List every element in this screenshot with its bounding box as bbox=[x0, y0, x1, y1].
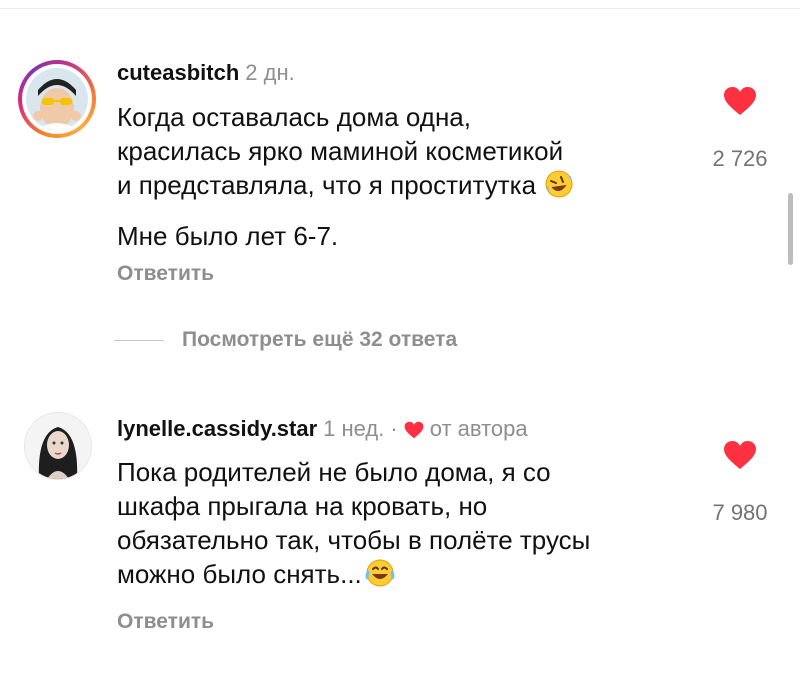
avatar-photo-icon bbox=[26, 68, 88, 130]
like-count: 7 980 bbox=[712, 500, 768, 525]
separator: · bbox=[390, 416, 398, 441]
avatar-ring[interactable] bbox=[18, 60, 96, 138]
avatar[interactable] bbox=[24, 412, 92, 480]
like-control: 2 726 bbox=[700, 86, 780, 172]
comment-line: и представляла, что я проститутка bbox=[117, 168, 574, 207]
view-more-label: Посмотреть ещё 32 ответа bbox=[182, 328, 458, 351]
comment-text: Когда оставалась дома одна, красилась яр… bbox=[117, 100, 574, 253]
username[interactable]: cuteasbitch bbox=[117, 60, 239, 85]
comment-line: можно было снять... bbox=[117, 557, 590, 596]
rolling-on-floor-laughing-emoji bbox=[544, 169, 574, 207]
like-control: 7 980 bbox=[700, 440, 780, 526]
comment-line: Пока родителей не было дома, я со bbox=[117, 457, 551, 487]
reply-button[interactable]: Ответить bbox=[117, 262, 214, 286]
scrollbar[interactable] bbox=[788, 193, 793, 265]
avatar-photo-icon bbox=[25, 413, 91, 479]
avatar bbox=[26, 68, 88, 130]
username[interactable]: lynelle.cassidy.star bbox=[117, 416, 317, 441]
author-like-label: от автора bbox=[429, 416, 528, 441]
reply-button[interactable]: Ответить bbox=[117, 610, 214, 634]
comment-line: Мне было лет 6-7. bbox=[117, 221, 339, 251]
divider-dash bbox=[114, 339, 164, 341]
timestamp[interactable]: 2 дн. bbox=[245, 60, 294, 85]
comment-line: шкафа прыгала на кровать, но bbox=[117, 491, 488, 521]
author-like-heart-icon bbox=[404, 419, 424, 445]
heart-icon[interactable] bbox=[723, 440, 757, 470]
comment-meta: cuteasbitch 2 дн. bbox=[117, 60, 295, 86]
comment-line: Когда оставалась дома одна, bbox=[117, 102, 471, 132]
comment-text: Пока родителей не было дома, я со шкафа … bbox=[117, 455, 590, 596]
like-count: 2 726 bbox=[712, 146, 768, 171]
comment-meta: lynelle.cassidy.star 1 нед. · от автора bbox=[117, 416, 528, 445]
top-divider bbox=[0, 8, 800, 9]
view-more-replies[interactable]: Посмотреть ещё 32 ответа bbox=[114, 328, 457, 356]
heart-icon[interactable] bbox=[723, 86, 757, 116]
comment-line: обязательно так, чтобы в полёте трусы bbox=[117, 525, 591, 555]
face-with-tears-of-joy-emoji bbox=[364, 558, 396, 596]
timestamp[interactable]: 1 нед. bbox=[323, 416, 384, 441]
comment-line: красилась ярко маминой косметикой bbox=[117, 136, 564, 166]
